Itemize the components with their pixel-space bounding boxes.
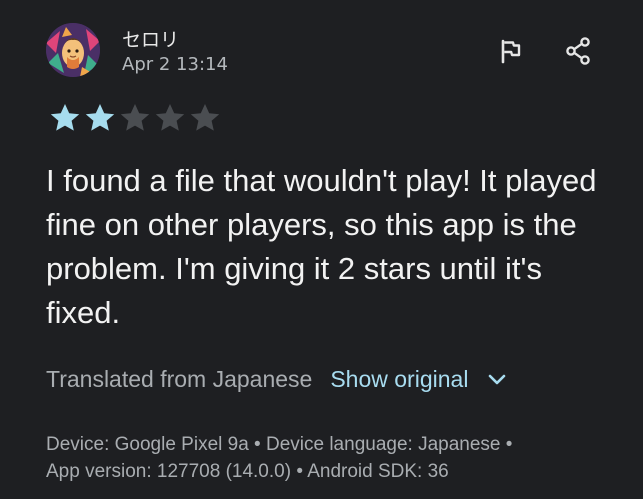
review-text: I found a file that wouldn't play! It pl…	[46, 163, 597, 330]
star-empty-icon	[120, 104, 150, 131]
author-avatar[interactable]	[46, 23, 100, 77]
star-empty-icon	[190, 104, 220, 131]
star-empty-icon	[155, 104, 185, 131]
star-filled-icon	[50, 104, 80, 131]
share-button[interactable]	[558, 31, 598, 71]
flag-icon	[501, 39, 521, 64]
star-filled-icon	[85, 104, 115, 131]
star-rating	[48, 102, 222, 134]
expand-button[interactable]	[482, 364, 512, 394]
author-name: セロリ	[122, 29, 180, 51]
show-original-link[interactable]: Show original	[330, 366, 468, 393]
review-date: Apr 2 13:14	[122, 54, 228, 75]
app-version-line: App version: 127708 (14.0.0) • Android S…	[46, 461, 449, 482]
translated-label: Translated from Japanese	[46, 365, 313, 392]
device-info: Device: Google Pixel 9a • Device languag…	[46, 431, 626, 485]
avatar-illustration	[46, 23, 100, 77]
translation-row: Translated from Japanese Show original	[46, 364, 512, 394]
device-info-line: Device: Google Pixel 9a • Device languag…	[46, 434, 513, 455]
chevron-down-icon	[489, 374, 506, 385]
flag-button[interactable]	[490, 31, 530, 71]
share-icon	[566, 37, 590, 65]
